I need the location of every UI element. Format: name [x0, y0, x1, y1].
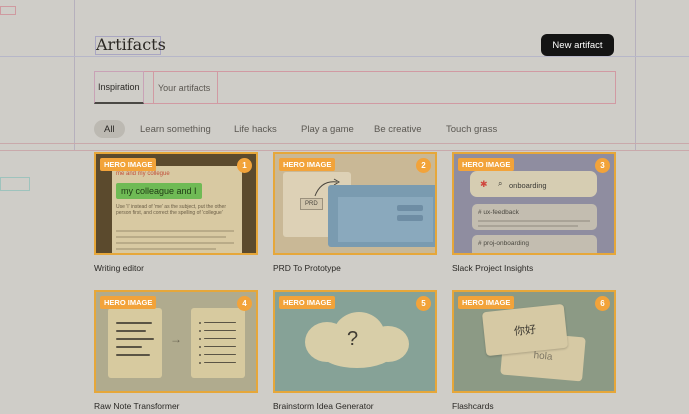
- card-title[interactable]: Raw Note Transformer: [94, 401, 180, 411]
- arrow-right-icon: →: [170, 332, 182, 346]
- hero-image-badge: HERO IMAGE: [279, 296, 336, 309]
- artifact-card-flashcards[interactable]: hola 你好 HERO IMAGE 6: [452, 290, 616, 393]
- hero-image-badge: HERO IMAGE: [458, 158, 515, 171]
- filter-be-creative[interactable]: Be creative: [374, 120, 422, 138]
- card-title[interactable]: Slack Project Insights: [452, 263, 533, 273]
- correction-hint: Use 'I' instead of 'me' as the subject, …: [116, 204, 226, 216]
- layout-guide: [0, 56, 689, 57]
- structured-note-illustration: [191, 308, 245, 378]
- card-title[interactable]: Writing editor: [94, 263, 144, 273]
- raw-note-illustration: [108, 308, 162, 378]
- layout-guide: [74, 0, 75, 150]
- artifact-card-prd-to-prototype[interactable]: PRD HERO IMAGE 2: [273, 152, 437, 255]
- artifact-card-brainstorm-idea-generator[interactable]: ? HERO IMAGE 5: [273, 290, 437, 393]
- layout-guide: [0, 143, 689, 144]
- card-title[interactable]: Brainstorm Idea Generator: [273, 401, 374, 411]
- filter-all[interactable]: All: [94, 120, 125, 138]
- card-title[interactable]: PRD To Prototype: [273, 263, 341, 273]
- card-number: 1: [237, 158, 252, 173]
- flashcard-front: 你好: [481, 303, 569, 357]
- text-line: [478, 220, 590, 222]
- slack-icon: ✱: [480, 179, 488, 189]
- card-number: 4: [237, 296, 252, 311]
- prd-tag: PRD: [300, 198, 323, 210]
- search-query: onboarding: [509, 181, 547, 190]
- hero-image-badge: HERO IMAGE: [279, 158, 336, 171]
- original-text: me and my collegue: [116, 171, 170, 177]
- artifact-card-writing-editor[interactable]: me and my collegue my colleague and I Us…: [94, 152, 258, 255]
- artifact-card-slack-project-insights[interactable]: ✱ ⌕ onboarding # ux-feedback # proj-onbo…: [452, 152, 616, 255]
- corrected-text: my colleague and I: [116, 183, 202, 199]
- artifact-card-raw-note-transformer[interactable]: → HERO IMAGE 4: [94, 290, 258, 393]
- question-mark-icon: ?: [347, 328, 359, 350]
- layout-guide: [0, 6, 16, 15]
- tab-inspiration[interactable]: Inspiration: [94, 71, 144, 104]
- page-title: Artifacts: [96, 35, 166, 54]
- card-number: 6: [595, 296, 610, 311]
- text-line: [116, 230, 234, 232]
- hero-image-badge: HERO IMAGE: [100, 296, 157, 309]
- filter-play-a-game[interactable]: Play a game: [301, 120, 354, 138]
- card-number: 2: [416, 158, 431, 173]
- text-line: [116, 242, 234, 244]
- layout-guide: [0, 177, 30, 191]
- search-icon: ⌕: [498, 179, 503, 188]
- tab-your-artifacts[interactable]: Your artifacts: [153, 71, 218, 104]
- layout-guide: [0, 150, 689, 151]
- new-artifact-button[interactable]: New artifact: [541, 34, 614, 56]
- card-title[interactable]: Flashcards: [452, 401, 494, 411]
- channel-name: # proj-onboarding: [478, 240, 529, 247]
- layout-guide: [635, 0, 636, 150]
- prototype-window: [328, 185, 435, 247]
- channel-name: # ux-feedback: [478, 209, 519, 216]
- card-number: 3: [595, 158, 610, 173]
- text-line: [116, 248, 216, 250]
- hero-image-badge: HERO IMAGE: [458, 296, 515, 309]
- text-line: [478, 225, 578, 227]
- card-number: 5: [416, 296, 431, 311]
- hero-image-badge: HERO IMAGE: [100, 158, 157, 171]
- filter-life-hacks[interactable]: Life hacks: [234, 120, 277, 138]
- text-line: [116, 236, 226, 238]
- filter-learn-something[interactable]: Learn something: [140, 120, 211, 138]
- filter-touch-grass[interactable]: Touch grass: [446, 120, 497, 138]
